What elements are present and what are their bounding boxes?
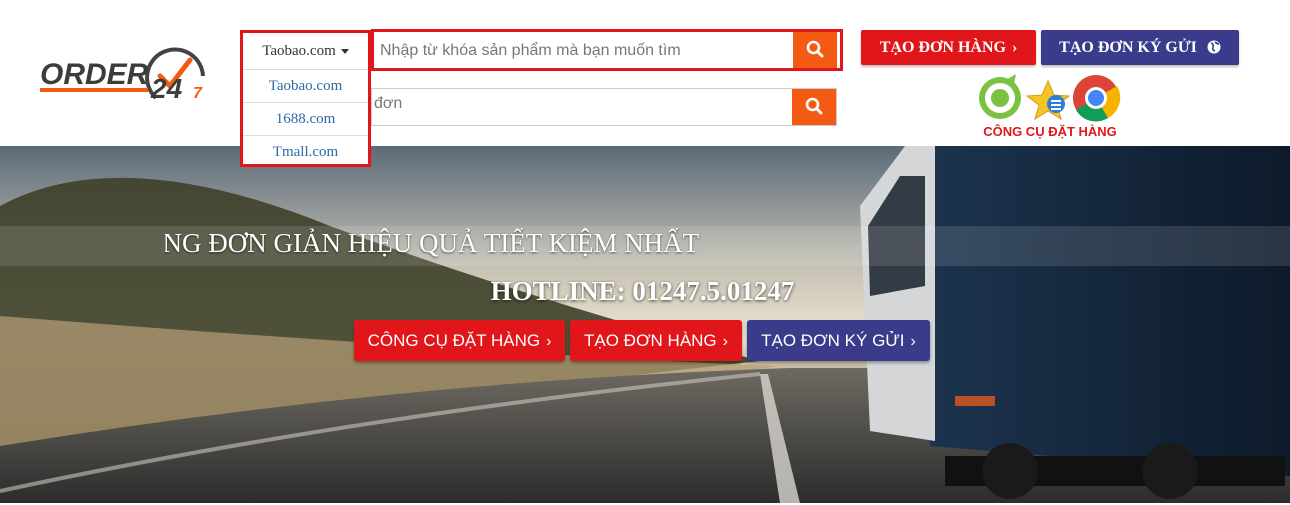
order247-logo[interactable]: ORDER 24 7 (38, 46, 213, 108)
chevron-right-icon: › (546, 333, 552, 350)
hero-create-consign-label: TẠO ĐƠN KÝ GỬI (761, 331, 905, 350)
ie-icon[interactable] (1025, 79, 1071, 121)
chrome-icon[interactable] (1073, 75, 1121, 122)
search-button[interactable] (793, 32, 837, 68)
hero-order-tool-button[interactable]: CÔNG CỤ ĐẶT HÀNG › (354, 320, 565, 361)
create-order-button[interactable]: TẠO ĐƠN HÀNG › (861, 30, 1036, 65)
store-select-toggle[interactable]: Taobao.com (243, 33, 368, 70)
order-tool-label[interactable]: CÔNG CỤ ĐẶT HÀNG (965, 124, 1135, 139)
order-lookup-input[interactable]: đơn (374, 95, 402, 113)
order-lookup-button[interactable] (792, 89, 836, 125)
chevron-right-icon: › (910, 333, 916, 350)
create-order-label: TẠO ĐƠN HÀNG (879, 39, 1006, 56)
hero-slogan-text: ÀNG ĐƠN GIẢN HIỆU QUẢ TIẾT KIỆM NHẤT (165, 228, 700, 258)
hero-banner: ÀNG ĐƠN GIẢN HIỆU QUẢ TIẾT KIỆM NHẤT HOT… (0, 146, 1290, 503)
create-consign-label: TẠO ĐƠN KÝ GỬI (1059, 39, 1197, 56)
store-option-tmall[interactable]: Tmall.com (243, 136, 368, 168)
search-icon (806, 40, 824, 57)
create-consign-button[interactable]: TẠO ĐƠN KÝ GỬI (1041, 30, 1239, 65)
hotline-text: HOTLINE: 01247.5.01247 (490, 276, 795, 306)
search-box (371, 29, 843, 71)
logo-text: ORDER (40, 58, 149, 91)
caret-down-icon (340, 49, 349, 55)
logo-number: 24 (150, 73, 183, 104)
chevron-right-icon: › (722, 333, 728, 350)
hero-create-consign-button[interactable]: TẠO ĐƠN KÝ GỬI › (747, 320, 930, 361)
store-selected-value: Taobao.com (262, 43, 336, 59)
store-option-1688[interactable]: 1688.com (243, 103, 368, 136)
search-icon (805, 97, 823, 114)
hero-create-order-button[interactable]: TẠO ĐƠN HÀNG › (570, 320, 742, 361)
search-input[interactable] (378, 34, 794, 68)
order-lookup-box: đơn (371, 88, 837, 126)
hero-slogan: ÀNG ĐƠN GIẢN HIỆU QUẢ TIẾT KIỆM NHẤT (165, 228, 865, 268)
hero-create-order-label: TẠO ĐƠN HÀNG (584, 331, 717, 350)
globe-icon (1207, 40, 1221, 54)
store-option-taobao[interactable]: Taobao.com (243, 70, 368, 103)
hero-order-tool-label: CÔNG CỤ ĐẶT HÀNG (367, 331, 541, 350)
chevron-right-icon: › (1011, 39, 1018, 56)
coccoc-icon[interactable] (979, 74, 1021, 119)
logo-number-small: 7 (193, 85, 203, 102)
store-dropdown[interactable]: Taobao.com Taobao.com 1688.com Tmall.com (240, 30, 371, 167)
